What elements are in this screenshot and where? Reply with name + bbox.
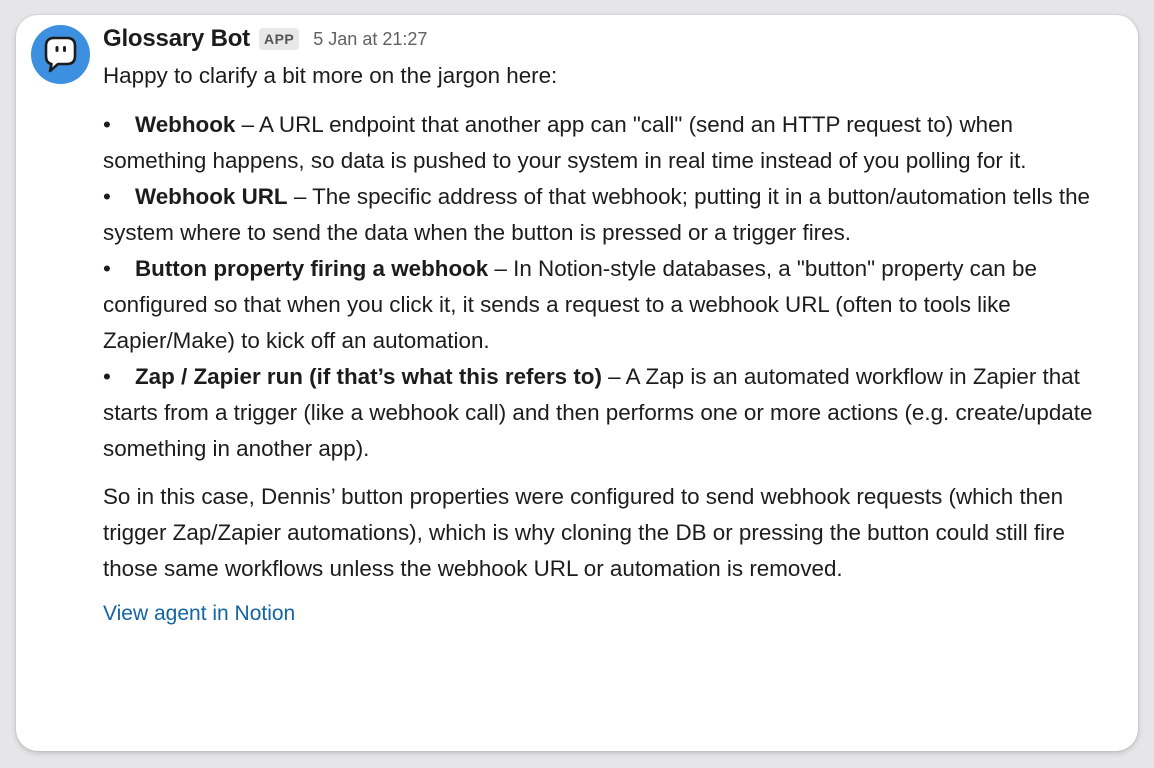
list-item: • Zap / Zapier run (if that’s what this r… <box>103 359 1093 467</box>
list-item: • Webhook URL – The specific address of t… <box>103 179 1093 251</box>
avatar[interactable] <box>31 25 90 84</box>
bullet-marker: • <box>103 364 111 389</box>
sender-name[interactable]: Glossary Bot <box>103 25 250 53</box>
message-content: Glossary Bot APP 5 Jan at 21:27 Happy to… <box>103 24 1093 626</box>
message-summary: So in this case, Dennis’ button properti… <box>103 484 1066 581</box>
speech-bubble-icon <box>44 36 77 73</box>
view-agent-link[interactable]: View agent in Notion <box>103 602 295 626</box>
bullet-term: Zap / Zapier run (if that’s what this re… <box>135 364 602 389</box>
bullet-term: Webhook <box>135 112 236 137</box>
app-badge: APP <box>258 28 300 50</box>
list-item: • Webhook – A URL endpoint that another a… <box>103 107 1093 179</box>
bullet-text: – A URL endpoint that another app can "c… <box>103 112 1027 173</box>
bullet-term: Webhook URL <box>135 184 288 209</box>
bullet-list: • Webhook – A URL endpoint that another a… <box>103 107 1093 467</box>
bullet-marker: • <box>103 112 111 137</box>
list-item: • Button property firing a webhook – In N… <box>103 251 1093 359</box>
bullet-marker: • <box>103 184 111 209</box>
message-timestamp[interactable]: 5 Jan at 21:27 <box>313 29 427 50</box>
bullet-term: Button property firing a webhook <box>135 256 489 281</box>
message-header: Glossary Bot APP 5 Jan at 21:27 <box>103 24 1093 54</box>
bullet-marker: • <box>103 256 111 281</box>
message-intro: Happy to clarify a bit more on the jargo… <box>103 63 558 88</box>
